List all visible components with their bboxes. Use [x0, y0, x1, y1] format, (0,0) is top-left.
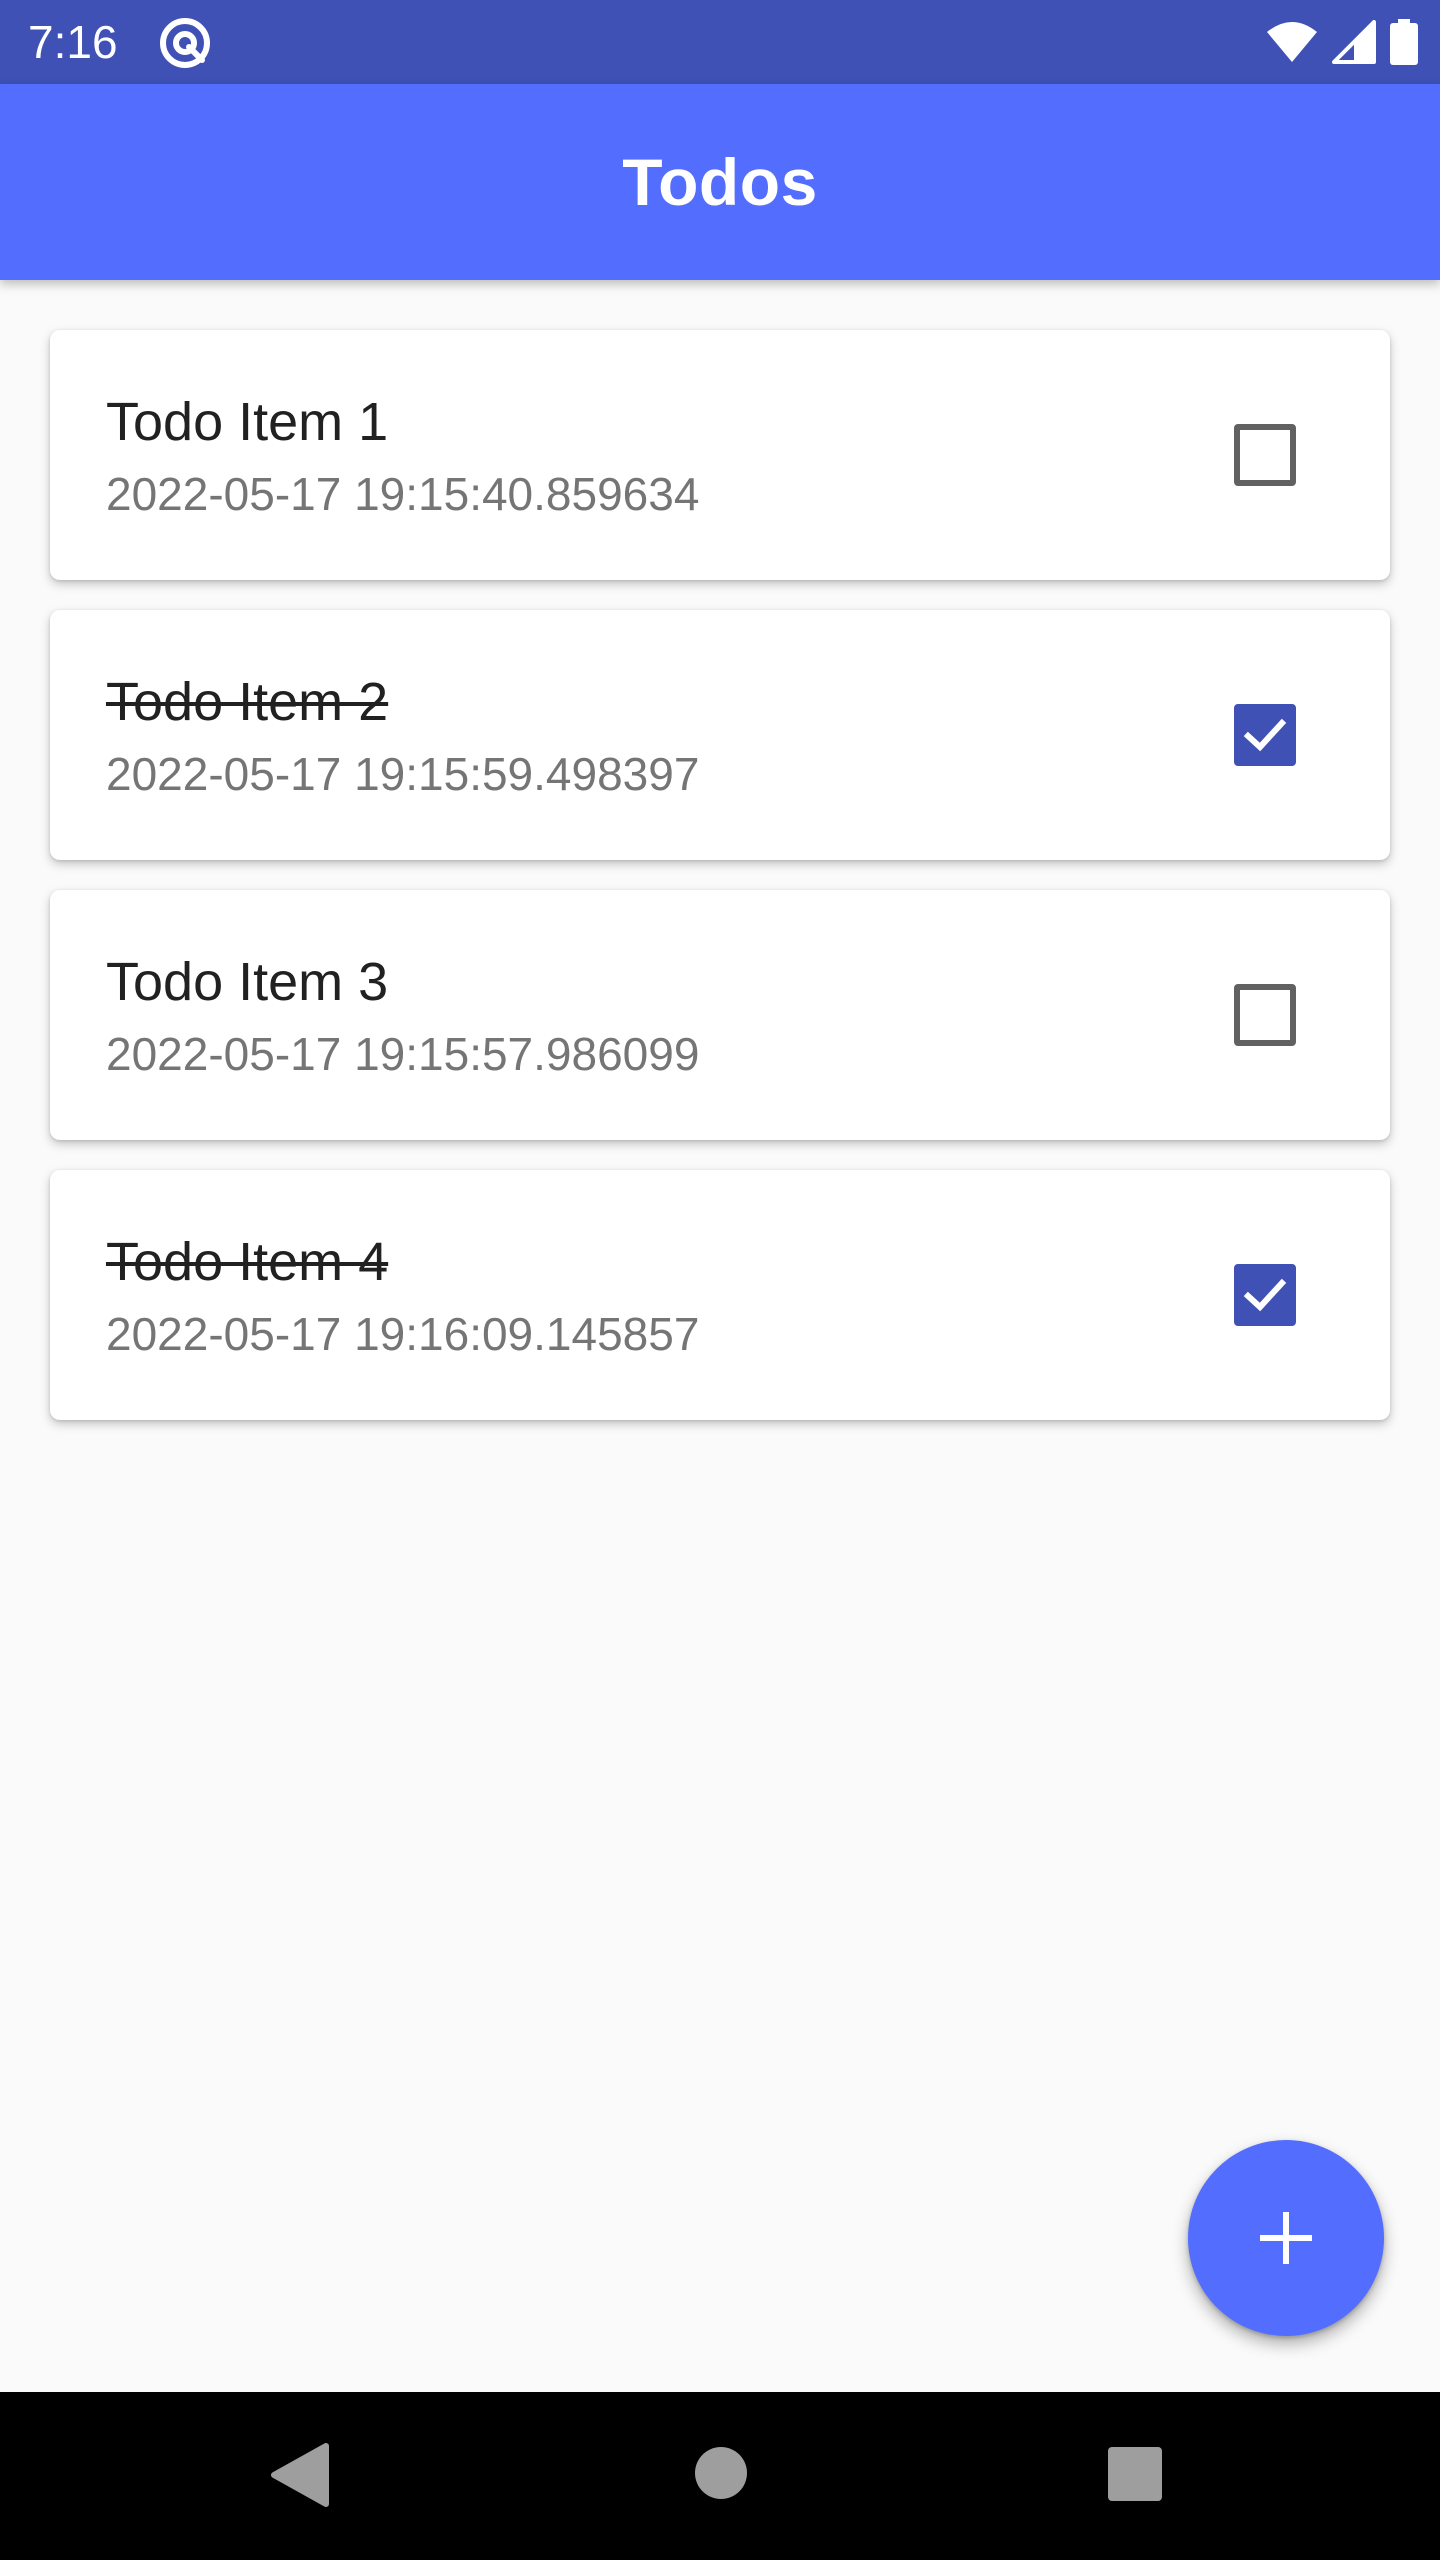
page-title: Todos — [622, 145, 818, 219]
todo-checkbox[interactable] — [1234, 1264, 1296, 1326]
todo-title: Todo Item 1 — [106, 392, 389, 452]
check-icon — [1243, 1278, 1287, 1312]
app-bar: Todos — [0, 84, 1440, 280]
status-icons — [1266, 18, 1418, 66]
todo-title: Todo Item 3 — [106, 952, 389, 1012]
todo-title: Todo Item 2 — [106, 672, 389, 732]
todo-checkbox[interactable] — [1234, 984, 1296, 1046]
check-icon — [1243, 718, 1287, 752]
todo-date: 2022-05-17 19:16:09.145857 — [106, 1308, 700, 1360]
add-todo-button[interactable] — [1188, 2140, 1384, 2336]
home-circle-icon[interactable] — [695, 2447, 747, 2499]
todo-title: Todo Item 4 — [106, 1232, 389, 1292]
cell-signal-icon — [1332, 20, 1376, 64]
battery-icon — [1390, 19, 1418, 65]
todo-card-3[interactable]: Todo Item 3 2022-05-17 19:15:57.986099 — [50, 890, 1390, 1140]
todo-date: 2022-05-17 19:15:40.859634 — [106, 468, 700, 520]
plus-icon — [1260, 2212, 1312, 2264]
todos-screen: 7:16 Todos Todo Item 1 2022-05-17 19:15:… — [0, 0, 1440, 2560]
todo-checkbox[interactable] — [1234, 424, 1296, 486]
q-at-icon — [160, 18, 210, 68]
todo-date: 2022-05-17 19:15:59.498397 — [106, 748, 700, 800]
todo-card-4[interactable]: Todo Item 4 2022-05-17 19:16:09.145857 — [50, 1170, 1390, 1420]
todo-card-1[interactable]: Todo Item 1 2022-05-17 19:15:40.859634 — [50, 330, 1390, 580]
todo-checkbox[interactable] — [1234, 704, 1296, 766]
todo-date: 2022-05-17 19:15:57.986099 — [106, 1028, 700, 1080]
todo-list: Todo Item 1 2022-05-17 19:15:40.859634 T… — [50, 330, 1390, 1450]
status-time: 7:16 — [28, 16, 118, 68]
status-bar: 7:16 — [0, 0, 1440, 84]
system-nav-bar — [0, 2392, 1440, 2560]
todo-card-2[interactable]: Todo Item 2 2022-05-17 19:15:59.498397 — [50, 610, 1390, 860]
recents-square-icon[interactable] — [1108, 2447, 1162, 2501]
wifi-icon — [1267, 22, 1317, 62]
back-triangle-icon[interactable] — [270, 2442, 330, 2508]
